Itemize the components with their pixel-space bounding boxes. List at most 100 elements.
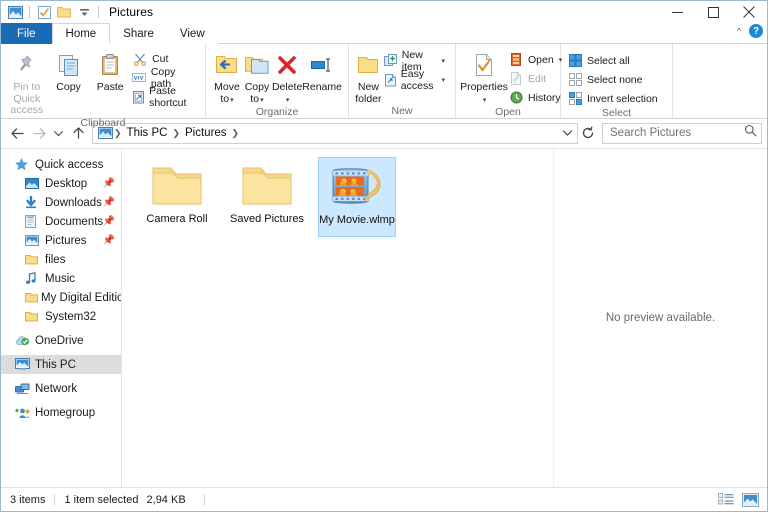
sidebar-item-network[interactable]: Network (1, 379, 121, 398)
properties-label: Properties▾ (460, 82, 508, 106)
onedrive-icon (15, 335, 32, 346)
sidebar-item-system32[interactable]: System32 (1, 307, 121, 326)
ribbon-help-area: ^ ? (737, 24, 763, 38)
copy-path-button[interactable]: Copy path (132, 69, 199, 86)
history-button[interactable]: History (508, 89, 566, 106)
pin-icon-desktop[interactable]: 📌 (103, 178, 115, 189)
properties-icon (472, 50, 496, 80)
select-all-icon (567, 53, 583, 69)
sidebar-item-homegroup[interactable]: Homegroup (1, 403, 121, 422)
qat-checkbox-icon[interactable] (36, 4, 52, 20)
network-icon (15, 383, 32, 395)
new-folder-button[interactable]: New folder (355, 48, 382, 105)
qat-properties-icon[interactable] (7, 4, 23, 20)
pin-icon-documents[interactable]: 📌 (103, 216, 115, 227)
new-folder-icon (355, 50, 381, 80)
copy-to-button[interactable]: Copy to▾ (242, 48, 272, 106)
list-item[interactable]: Saved Pictures (228, 157, 306, 237)
tab-file[interactable]: File (1, 23, 52, 44)
search-icon[interactable] (744, 124, 757, 142)
window-title: Pictures (109, 5, 153, 19)
select-small-buttons: Select all Select none (567, 48, 662, 107)
paste-label: Paste (97, 82, 124, 94)
breadcrumb-separator-3[interactable]: ❯ (231, 128, 241, 139)
move-to-icon (213, 50, 240, 80)
tab-home[interactable]: Home (52, 23, 111, 44)
status-selection-count: 1 item selected (64, 494, 138, 506)
copy-button[interactable]: Copy (49, 48, 89, 94)
sidebar-item-music[interactable]: Music (1, 269, 121, 288)
details-view-button[interactable] (717, 492, 734, 507)
pin-icon-downloads[interactable]: 📌 (103, 197, 115, 208)
qat-chevron-down-icon[interactable] (76, 4, 92, 20)
ribbon-group-new: New folder New item (349, 44, 456, 118)
folder-icon-system32 (25, 311, 42, 322)
copy-to-label: Copy to▾ (245, 82, 270, 106)
sidebar-label-network: Network (35, 383, 77, 395)
paste-shortcut-button[interactable]: Paste shortcut (132, 88, 199, 105)
sidebar-label-this-pc: This PC (35, 359, 76, 371)
sidebar-item-documents[interactable]: Documents 📌 (1, 212, 121, 231)
ribbon-group-clipboard: Pin to Quick access Copy (1, 44, 206, 118)
search-box[interactable]: Search Pictures (602, 123, 762, 144)
sidebar-item-quick-access[interactable]: Quick access (1, 155, 121, 174)
pictures-icon (25, 235, 42, 247)
sidebar-item-desktop[interactable]: Desktop 📌 (1, 174, 121, 193)
tab-view[interactable]: View (167, 23, 218, 44)
folder-icon-camera-roll (151, 159, 203, 213)
qat-folder-icon[interactable] (56, 4, 72, 20)
sidebar-item-onedrive[interactable]: OneDrive (1, 331, 121, 350)
minimize-button[interactable] (659, 1, 695, 23)
new-item-caret[interactable]: ▾ (441, 57, 445, 65)
cut-button[interactable]: Cut (132, 50, 199, 67)
sidebar-item-files[interactable]: files (1, 250, 121, 269)
edit-button[interactable]: Edit (508, 70, 566, 87)
delete-button[interactable]: Delete▾ (272, 48, 302, 106)
file-name: Saved Pictures (230, 213, 304, 225)
list-item[interactable]: Camera Roll (138, 157, 216, 237)
select-none-button[interactable]: Select none (567, 71, 662, 88)
pin-icon-pictures[interactable]: 📌 (103, 235, 115, 246)
movie-maker-project-icon (328, 160, 386, 214)
pin-to-quick-access-button[interactable]: Pin to Quick access (7, 48, 47, 117)
sidebar-label-my-digital-editions: My Digital Editions (41, 292, 122, 304)
list-item[interactable]: My Movie.wlmp (318, 157, 396, 237)
paste-button[interactable]: Paste (90, 48, 130, 94)
invert-selection-label: Invert selection (587, 93, 658, 105)
help-icon[interactable]: ? (749, 24, 763, 38)
sidebar-item-downloads[interactable]: Downloads 📌 (1, 193, 121, 212)
star-icon (15, 158, 32, 171)
select-none-label: Select none (587, 74, 642, 86)
tab-share[interactable]: Share (110, 23, 167, 44)
sidebar-item-this-pc[interactable]: This PC (1, 355, 121, 374)
properties-button[interactable]: Properties▾ (462, 48, 506, 106)
open-button[interactable]: Open ▾ (508, 51, 566, 68)
file-list[interactable]: Camera Roll Saved Pictures (122, 149, 553, 487)
folder-icon-my-digital-editions (25, 292, 38, 303)
sidebar-item-my-digital-editions[interactable]: My Digital Editions (1, 288, 121, 307)
open-label: Open (528, 54, 554, 66)
sidebar-label-pictures: Pictures (45, 235, 87, 247)
easy-access-caret[interactable]: ▾ (441, 76, 445, 84)
desktop-icon (25, 178, 42, 190)
search-input[interactable]: Search Pictures (610, 127, 744, 139)
sidebar-label-system32: System32 (45, 311, 96, 323)
easy-access-button[interactable]: Easy access ▾ (384, 71, 449, 88)
history-icon (508, 90, 524, 106)
select-all-button[interactable]: Select all (567, 52, 662, 69)
maximize-button[interactable] (695, 1, 731, 23)
large-icons-view-button[interactable] (742, 492, 759, 507)
quick-access-toolbar (1, 1, 101, 23)
collapse-ribbon-icon[interactable]: ^ (737, 26, 741, 36)
invert-selection-button[interactable]: Invert selection (567, 90, 662, 107)
close-button[interactable] (731, 1, 767, 23)
paste-icon (96, 50, 124, 80)
title-bar: Pictures (1, 1, 767, 23)
rename-button[interactable]: Rename (302, 48, 342, 94)
refresh-button[interactable] (578, 126, 598, 140)
breadcrumb-dropdown-icon[interactable] (559, 129, 575, 137)
move-to-button[interactable]: Move to▾ (212, 48, 242, 106)
open-icon (508, 52, 524, 68)
new-item-button[interactable]: New item ▾ (384, 52, 449, 69)
sidebar-item-pictures[interactable]: Pictures 📌 (1, 231, 121, 250)
